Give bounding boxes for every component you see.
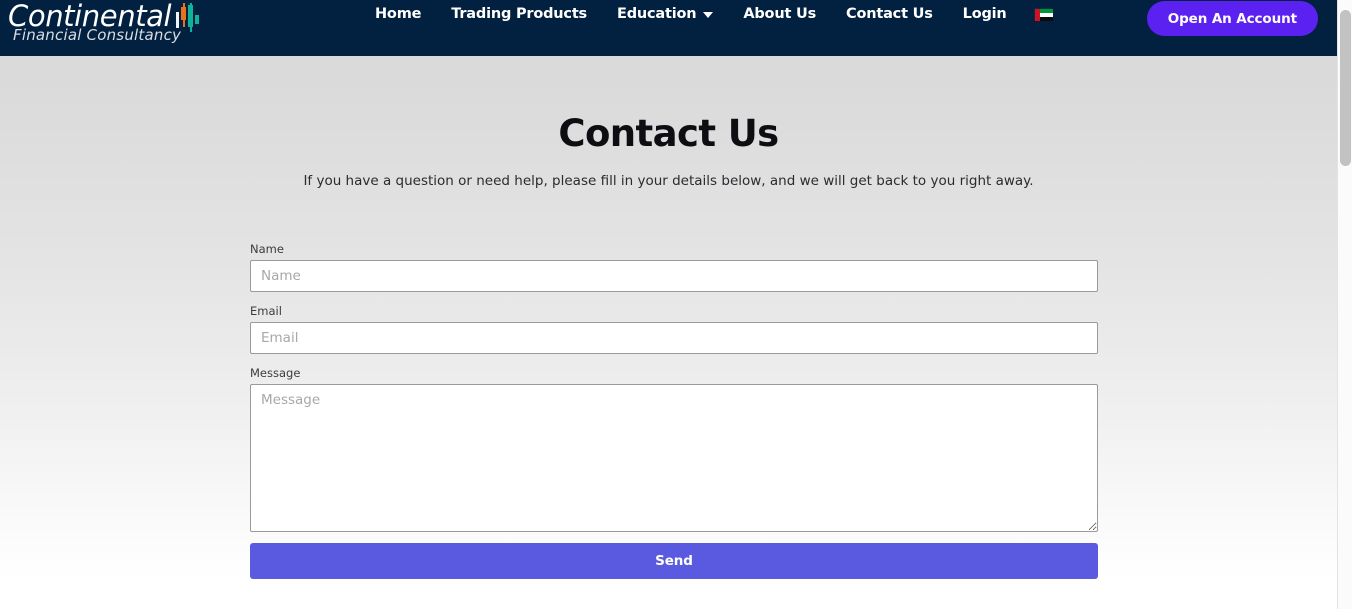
nav-item-contact-us[interactable]: Contact Us (831, 0, 948, 42)
field-group-email: Email (250, 304, 1098, 354)
field-group-name: Name (250, 242, 1098, 292)
message-input[interactable] (250, 384, 1098, 532)
nav-label: Education (616, 6, 697, 22)
vertical-scrollbar[interactable] (1337, 0, 1352, 609)
send-button[interactable]: Send (250, 543, 1098, 579)
contact-form: Name Email Message Send (250, 242, 1098, 579)
site-logo[interactable]: Continental Financial Consultancy (8, 0, 204, 47)
logo-tagline: Financial Consultancy (13, 26, 182, 44)
scrollbar-thumb[interactable] (1340, 10, 1351, 166)
message-label: Message (250, 366, 301, 380)
nav-label: About Us (743, 6, 817, 22)
page-subtitle: If you have a question or need help, ple… (303, 173, 1034, 189)
field-group-message: Message (250, 366, 1098, 532)
site-header: Continental Financial Consultancy Home T… (0, 0, 1337, 56)
page-viewport: Continental Financial Consultancy Home T… (0, 0, 1337, 609)
nav-item-login[interactable]: Login (948, 0, 1022, 42)
name-input[interactable] (250, 260, 1098, 292)
main-navigation: Home Trading Products Education About Us… (360, 0, 1064, 56)
open-an-account-button[interactable]: Open An Account (1146, 1, 1318, 36)
nav-item-trading-products[interactable]: Trading Products (436, 0, 602, 42)
chevron-down-icon (703, 12, 714, 18)
page-title: Contact Us (558, 112, 779, 155)
nav-item-home[interactable]: Home (360, 0, 436, 42)
uae-flag-icon (1033, 8, 1053, 21)
nav-item-about-us[interactable]: About Us (728, 0, 831, 42)
name-label: Name (250, 242, 284, 256)
nav-label: Trading Products (451, 6, 587, 22)
email-label: Email (250, 304, 282, 318)
nav-label: Login (962, 6, 1007, 22)
language-switcher[interactable] (1022, 0, 1064, 42)
nav-label: Contact Us (846, 6, 933, 22)
email-input[interactable] (250, 322, 1098, 354)
nav-label: Home (375, 6, 422, 22)
candlestick-chart-icon (176, 3, 204, 35)
nav-item-education[interactable]: Education (602, 0, 728, 42)
